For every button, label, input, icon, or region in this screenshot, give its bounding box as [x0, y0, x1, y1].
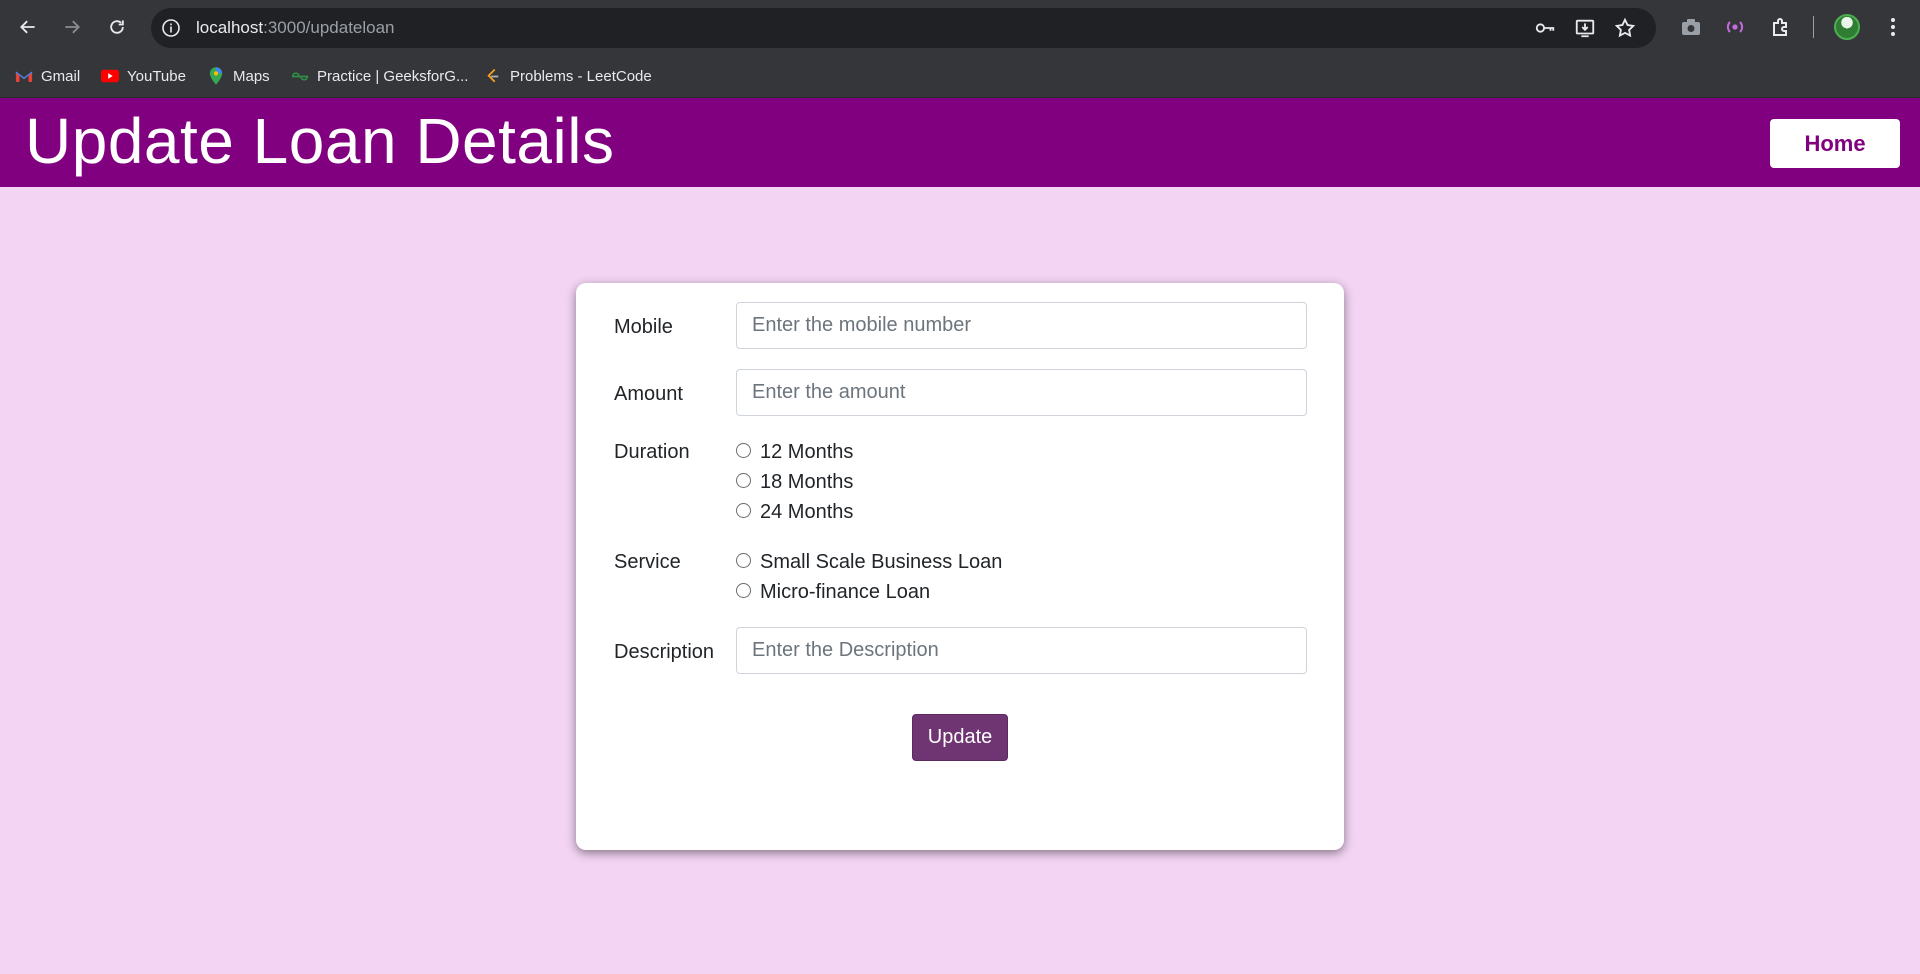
- geeksforgeeks-icon: [291, 67, 309, 85]
- radio-label: Small Scale Business Loan: [760, 550, 1003, 573]
- radio-label: 18 Months: [760, 470, 854, 493]
- reload-button[interactable]: [103, 13, 131, 41]
- mobile-label: Mobile: [614, 316, 673, 338]
- radio-label: 12 Months: [760, 440, 854, 463]
- arrow-right-icon: [65, 20, 80, 34]
- url-path: :3000/updateloan: [263, 18, 395, 37]
- radio-button[interactable]: [736, 582, 751, 598]
- page-title: Update Loan Details: [25, 105, 615, 177]
- bookmark-label: Gmail: [41, 67, 81, 85]
- update-button[interactable]: Update: [912, 714, 1008, 761]
- url-text[interactable]: localhost:3000/updateloan: [196, 18, 395, 38]
- cast-broadcast-icon[interactable]: [1723, 15, 1747, 39]
- youtube-icon: [101, 67, 119, 85]
- amount-label: Amount: [614, 383, 683, 405]
- page-header: Update Loan Details Home: [0, 98, 1920, 187]
- screenshot-camera-icon[interactable]: [1679, 15, 1703, 39]
- leetcode-icon: [484, 67, 502, 85]
- bookmarks-bar: Gmail YouTube Maps Practice | GeeksforG.…: [0, 56, 1920, 98]
- radio-button[interactable]: [736, 552, 751, 568]
- radio-button[interactable]: [736, 472, 751, 488]
- toolbar-divider: [1813, 16, 1814, 38]
- radio-button[interactable]: [736, 442, 751, 458]
- bookmark-label: Maps: [233, 67, 270, 85]
- bookmark-label: YouTube: [127, 67, 186, 85]
- radio-button[interactable]: [736, 502, 751, 518]
- gmail-icon: [15, 67, 33, 85]
- profile-avatar[interactable]: [1834, 14, 1860, 40]
- service-option-small-scale[interactable]: Small Scale Business Loan: [736, 549, 1002, 575]
- bookmark-star-icon[interactable]: [1614, 17, 1636, 39]
- home-button[interactable]: Home: [1770, 119, 1900, 168]
- duration-label: Duration: [614, 441, 690, 463]
- install-app-icon[interactable]: [1574, 17, 1596, 39]
- bookmark-label: Problems - LeetCode: [510, 67, 652, 85]
- bookmark-leetcode[interactable]: Problems - LeetCode: [484, 65, 652, 87]
- back-button[interactable]: [14, 13, 42, 41]
- bookmark-label: Practice | GeeksforG...: [317, 67, 469, 85]
- kebab-menu-icon[interactable]: [1881, 15, 1905, 39]
- bookmark-geeksforgeeks[interactable]: Practice | GeeksforG...: [291, 65, 468, 87]
- maps-icon: [207, 67, 225, 85]
- reload-icon: [110, 20, 124, 34]
- mobile-input[interactable]: [736, 302, 1307, 349]
- description-input[interactable]: [736, 627, 1307, 674]
- bookmark-gmail[interactable]: Gmail: [15, 65, 80, 87]
- address-bar[interactable]: localhost:3000/updateloan: [151, 8, 1656, 48]
- arrow-left-icon: [20, 20, 35, 34]
- bookmark-maps[interactable]: Maps: [207, 65, 270, 87]
- radio-label: Micro-finance Loan: [760, 580, 931, 603]
- service-option-micro-finance[interactable]: Micro-finance Loan: [736, 579, 930, 605]
- browser-toolbar: localhost:3000/updateloan: [0, 0, 1920, 56]
- site-info-icon[interactable]: [161, 18, 181, 38]
- duration-option-24[interactable]: 24 Months: [736, 499, 853, 525]
- forward-button[interactable]: [58, 13, 86, 41]
- update-loan-form: Mobile Amount Duration 12 Months 18 Mont…: [576, 283, 1344, 850]
- password-key-icon[interactable]: [1534, 17, 1556, 39]
- description-label: Description: [614, 641, 715, 663]
- radio-label: 24 Months: [760, 500, 854, 523]
- bookmark-youtube[interactable]: YouTube: [101, 65, 186, 87]
- duration-option-12[interactable]: 12 Months: [736, 439, 853, 465]
- extensions-puzzle-icon[interactable]: [1769, 15, 1793, 39]
- duration-option-18[interactable]: 18 Months: [736, 469, 853, 495]
- service-label: Service: [614, 551, 681, 573]
- amount-input[interactable]: [736, 369, 1307, 416]
- url-host: localhost: [196, 18, 264, 37]
